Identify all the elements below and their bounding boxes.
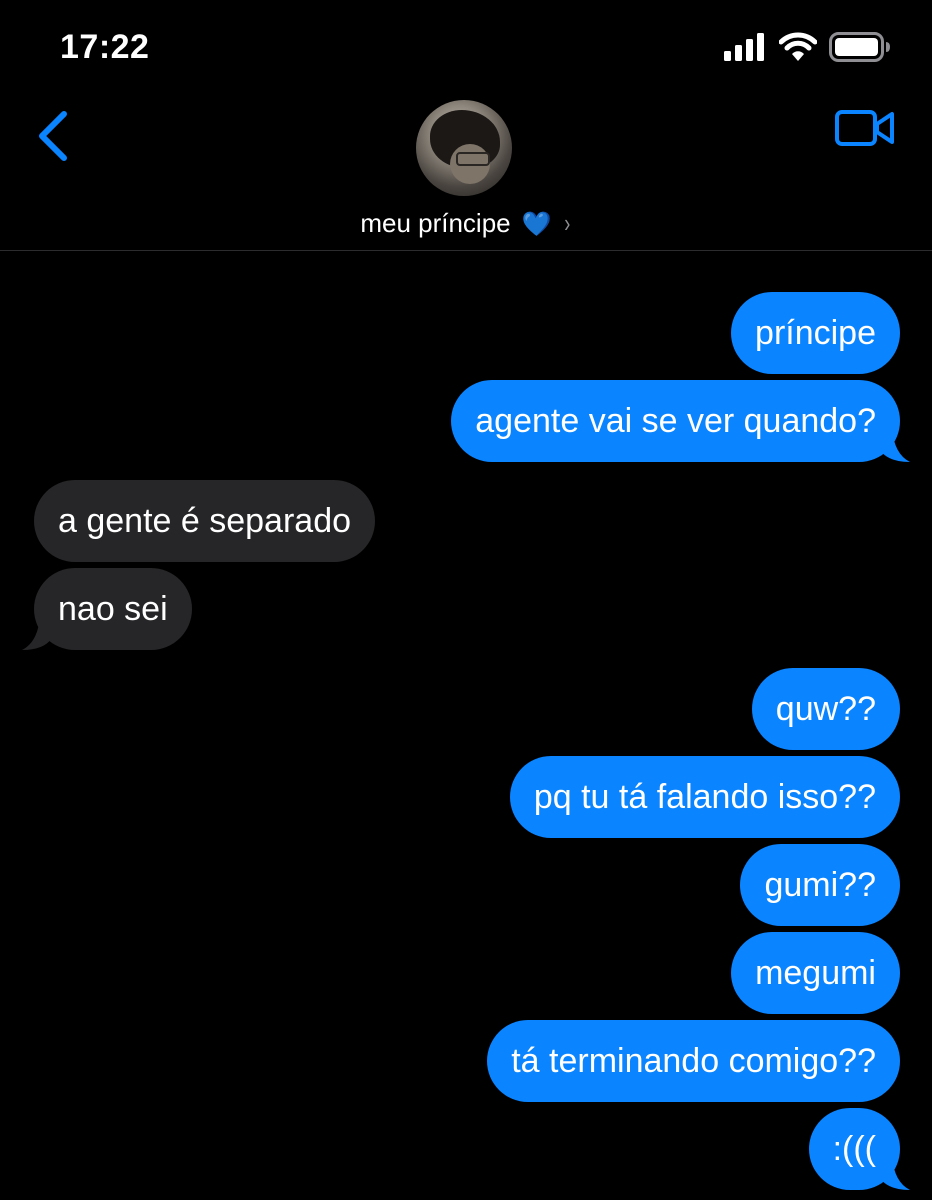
message-bubble-sent[interactable]: príncipe [731, 292, 900, 374]
avatar-glasses [456, 152, 490, 166]
status-bar: 17:22 [0, 0, 932, 96]
chevron-left-icon[interactable] [34, 108, 74, 164]
contact-name-button[interactable]: meu príncipe 💙 › [0, 208, 932, 239]
message-bubble-sent[interactable]: tá terminando comigo?? [487, 1020, 900, 1102]
chevron-right-icon: › [564, 208, 571, 238]
contact-name: meu príncipe [360, 208, 511, 238]
message-bubble-received[interactable]: nao sei [34, 568, 192, 650]
message-bubble-sent[interactable]: quw?? [751, 668, 900, 750]
battery-icon [829, 32, 890, 62]
avatar[interactable] [416, 100, 512, 196]
message-bubble-sent[interactable]: megumi [731, 932, 900, 1014]
bubble-tail [880, 1156, 910, 1190]
message-bubble-sent[interactable]: pq tu tá falando isso?? [509, 756, 900, 838]
bubble-tail [22, 616, 52, 650]
message-bubble-received[interactable]: a gente é separado [34, 480, 376, 562]
message-bubble-sent[interactable]: agente vai se ver quando? [451, 380, 900, 462]
bubble-tail [880, 428, 910, 462]
blue-heart-icon: 💙 [521, 211, 552, 238]
wifi-icon [779, 32, 817, 61]
status-time: 17:22 [60, 28, 150, 66]
conversation-header: meu príncipe 💙 › [0, 96, 932, 251]
cellular-signal-icon [724, 33, 764, 61]
message-bubble-sent[interactable]: gumi?? [740, 844, 900, 926]
video-camera-icon[interactable] [834, 108, 896, 148]
